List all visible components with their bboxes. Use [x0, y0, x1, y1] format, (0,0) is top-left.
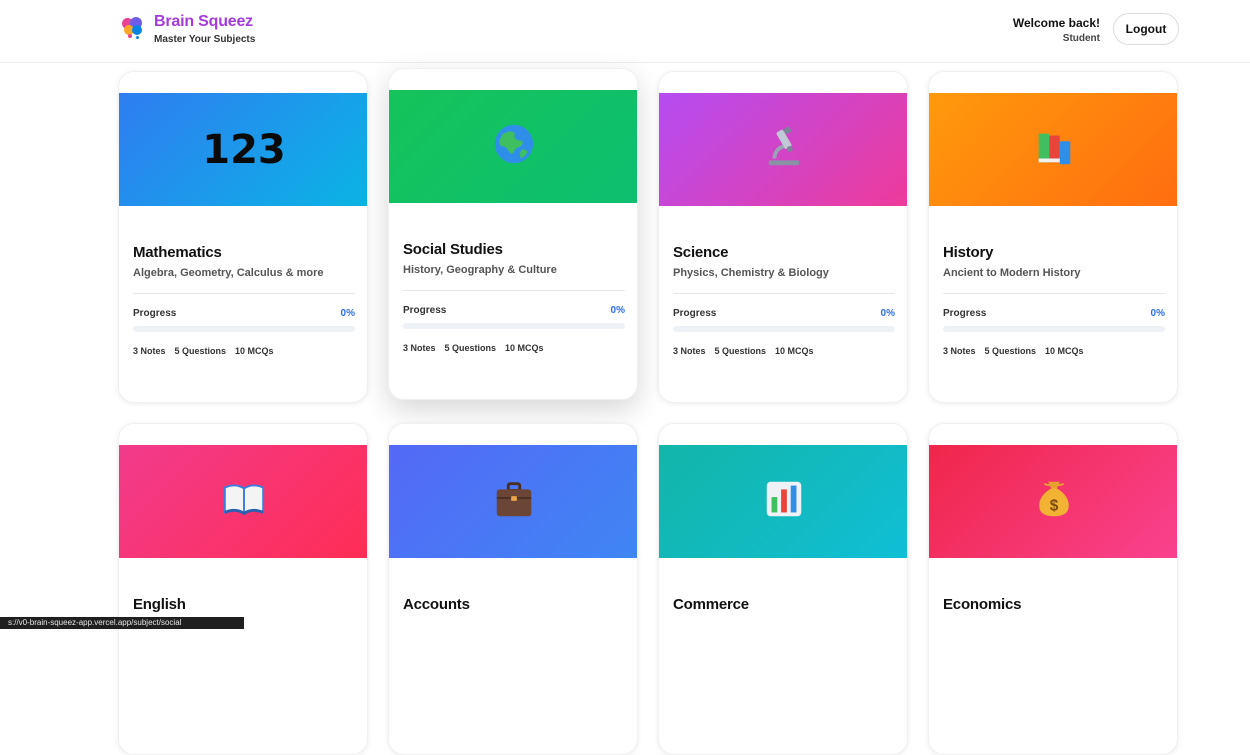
subject-stats: 3 Notes 5 Questions 10 MCQs — [133, 346, 355, 356]
notes-count: 3 Notes — [673, 346, 706, 356]
progress-label: Progress — [673, 308, 717, 319]
progress-row: Progress 0% — [673, 308, 895, 319]
progress-bar — [943, 326, 1165, 332]
notes-count: 3 Notes — [403, 343, 436, 353]
subject-card-body: Science Physics, Chemistry & Biology Progr… — [673, 244, 895, 356]
subject-title: Accounts — [403, 596, 470, 613]
divider — [133, 293, 355, 294]
mcqs-count: 10 MCQs — [505, 343, 544, 353]
questions-count: 5 Questions — [714, 346, 767, 356]
subject-card[interactable]: Science Physics, Chemistry & Biology Progr… — [658, 71, 908, 403]
subject-card-body: Accounts — [403, 596, 625, 613]
user-name: Student — [1062, 33, 1100, 44]
subject-title: Science — [673, 244, 729, 261]
subject-card[interactable]: $ Economics — [928, 423, 1178, 755]
divider — [943, 293, 1165, 294]
subject-banner — [659, 93, 907, 206]
subject-stats: 3 Notes 5 Questions 10 MCQs — [943, 346, 1165, 356]
subject-banner: $ — [929, 445, 1177, 558]
brain-logo-icon — [120, 15, 144, 41]
subject-banner — [929, 93, 1177, 206]
subject-title: Economics — [943, 596, 1022, 613]
mcqs-count: 10 MCQs — [775, 346, 814, 356]
brand-title: Brain Squeez — [154, 13, 253, 30]
subject-card[interactable]: Accounts — [388, 423, 638, 755]
divider — [673, 293, 895, 294]
chart-icon — [761, 476, 807, 527]
progress-bar — [403, 323, 625, 329]
subject-banner — [659, 445, 907, 558]
progress-row: Progress 0% — [943, 308, 1165, 319]
brand[interactable]: Brain Squeez Master Your Subjects — [120, 13, 255, 45]
progress-value: 0% — [880, 308, 895, 319]
subject-card-body: History Ancient to Modern History Progress… — [943, 244, 1165, 356]
money-bag-icon: $ — [1031, 476, 1077, 527]
subject-title: Mathematics — [133, 244, 222, 261]
progress-label: Progress — [943, 308, 987, 319]
subject-title: History — [943, 244, 994, 261]
subject-card[interactable]: Commerce — [658, 423, 908, 755]
mcqs-count: 10 MCQs — [1045, 346, 1084, 356]
subject-card[interactable]: 123 Mathematics Algebra, Geometry, Calculu… — [118, 71, 368, 403]
notes-count: 3 Notes — [133, 346, 166, 356]
questions-count: 5 Questions — [984, 346, 1037, 356]
subject-banner-text: 123 — [202, 126, 286, 173]
subject-card[interactable]: Social Studies History, Geography & Cultu… — [388, 68, 638, 400]
questions-count: 5 Questions — [444, 343, 497, 353]
subject-stats: 3 Notes 5 Questions 10 MCQs — [673, 346, 895, 356]
welcome-text: Welcome back! — [1012, 16, 1100, 30]
subject-title: English — [133, 596, 186, 613]
status-bar-url: s://v0-brain-squeez-app.vercel.app/subje… — [0, 617, 244, 629]
progress-value: 0% — [340, 308, 355, 319]
subject-card-body: English — [133, 596, 355, 613]
progress-value: 0% — [1150, 308, 1165, 319]
svg-text:$: $ — [1050, 498, 1059, 515]
subject-card[interactable]: History Ancient to Modern History Progress… — [928, 71, 1178, 403]
brand-subtitle: Master Your Subjects — [154, 34, 256, 45]
questions-count: 5 Questions — [174, 346, 227, 356]
subject-card-body: Mathematics Algebra, Geometry, Calculus &… — [133, 244, 355, 356]
logout-button[interactable]: Logout — [1113, 13, 1179, 45]
subject-banner — [389, 90, 637, 203]
open-book-icon — [221, 476, 267, 527]
subject-banner — [389, 445, 637, 558]
microscope-icon — [761, 124, 807, 175]
subject-card-body: Economics — [943, 596, 1165, 613]
progress-label: Progress — [133, 308, 177, 319]
globe-icon — [491, 121, 537, 172]
mcqs-count: 10 MCQs — [235, 346, 274, 356]
subject-card[interactable]: English — [118, 423, 368, 755]
subject-banner — [119, 445, 367, 558]
progress-bar — [673, 326, 895, 332]
books-icon — [1031, 124, 1077, 175]
divider — [403, 290, 625, 291]
progress-row: Progress 0% — [133, 308, 355, 319]
progress-bar — [133, 326, 355, 332]
subject-stats: 3 Notes 5 Questions 10 MCQs — [403, 343, 625, 353]
subject-card-body: Social Studies History, Geography & Cultu… — [403, 241, 625, 353]
notes-count: 3 Notes — [943, 346, 976, 356]
subject-banner: 123 — [119, 93, 367, 206]
subject-title: Commerce — [673, 596, 749, 613]
subject-description: Algebra, Geometry, Calculus & more — [133, 267, 324, 279]
subject-description: Physics, Chemistry & Biology — [673, 267, 829, 279]
progress-label: Progress — [403, 305, 447, 316]
progress-row: Progress 0% — [403, 305, 625, 316]
subject-description: History, Geography & Culture — [403, 264, 557, 276]
top-header: Brain Squeez Master Your Subjects Welcom… — [0, 0, 1250, 63]
progress-value: 0% — [610, 305, 625, 316]
briefcase-icon — [491, 476, 537, 527]
user-info: Welcome back! Student — [1013, 16, 1100, 44]
subject-title: Social Studies — [403, 241, 503, 258]
subject-card-body: Commerce — [673, 596, 895, 613]
subject-description: Ancient to Modern History — [943, 267, 1081, 279]
